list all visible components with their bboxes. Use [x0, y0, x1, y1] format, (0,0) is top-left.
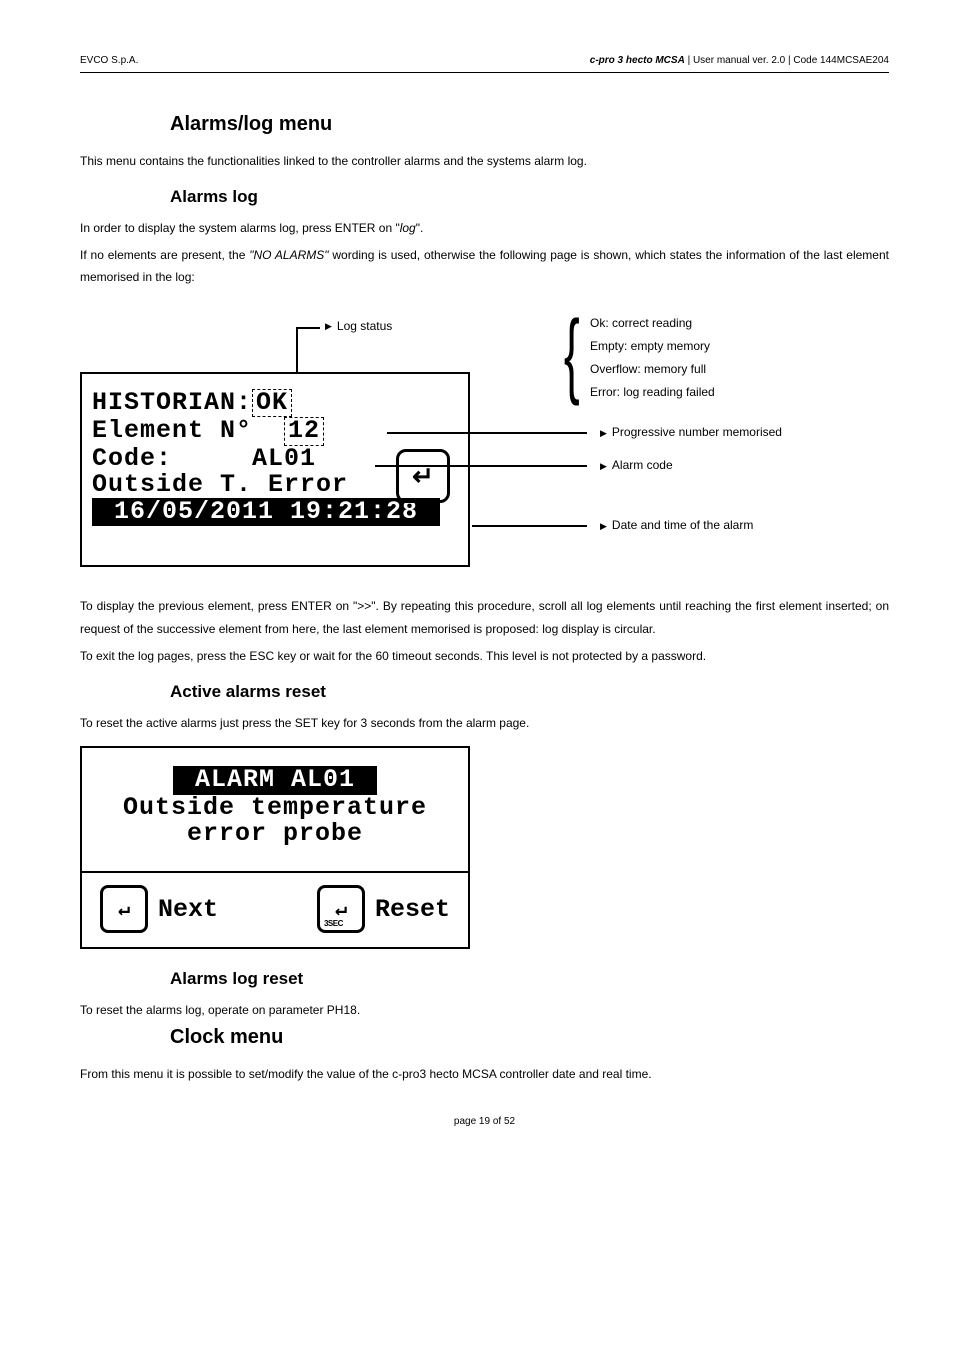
status-empty: Empty: empty memory: [590, 335, 715, 358]
paragraph-log-2: If no elements are present, the "NO ALAR…: [80, 244, 889, 290]
paragraph-intro: This menu contains the functionalities l…: [80, 150, 889, 173]
page-footer: page 19 of 52: [80, 1116, 889, 1127]
field-datetime: 16/05/2011 19:21:28: [92, 498, 440, 526]
paragraph-active-reset: To reset the active alarms just press th…: [80, 712, 889, 735]
paragraph-log-3: To display the previous element, press E…: [80, 595, 889, 641]
status-ok: Ok: correct reading: [590, 312, 715, 335]
callout-log-status: Log status: [325, 319, 392, 333]
paragraph-log-reset: To reset the alarms log, operate on para…: [80, 999, 889, 1022]
paragraph-clock: From this menu it is possible to set/mod…: [80, 1063, 889, 1086]
next-button-group: ↵ Next: [100, 885, 218, 933]
section-title-alarms-log-menu: Alarms/log menu: [170, 113, 889, 136]
hold-key-icon: ↵ 3SEC: [317, 885, 365, 933]
header-separator: [80, 72, 889, 73]
reset-label: Reset: [375, 895, 450, 924]
status-legend: Ok: correct reading Empty: empty memory …: [590, 312, 715, 403]
enter-arrow-icon: ↵: [118, 896, 130, 922]
status-error: Error: log reading failed: [590, 381, 715, 404]
field-error-desc: Outside T. Error: [92, 470, 348, 499]
lcd-screen-alarm: ALARM AL01 Outside temperature error pro…: [80, 746, 470, 949]
reset-button-group: ↵ 3SEC Reset: [317, 885, 450, 933]
next-label: Next: [158, 895, 218, 924]
section-title-log-reset: Alarms log reset: [170, 969, 889, 989]
callout-progressive: Progressive number memorised: [600, 425, 782, 439]
section-title-alarms-log: Alarms log: [170, 187, 889, 207]
hold-duration-label: 3SEC: [324, 919, 343, 928]
field-element-number: 12: [284, 417, 324, 445]
alarm-header: ALARM AL01: [173, 766, 377, 794]
status-overflow: Overflow: memory full: [590, 358, 715, 381]
page-header: EVCO S.p.A. c-pro 3 hecto MCSA | User ma…: [80, 55, 889, 66]
enter-key-icon: ↵: [396, 449, 450, 503]
brace-icon: {: [564, 307, 580, 402]
callout-datetime: Date and time of the alarm: [600, 518, 753, 532]
enter-key-icon: ↵: [100, 885, 148, 933]
alarm-line-1: Outside temperature: [123, 793, 427, 822]
lcd-button-row: ↵ Next ↵ 3SEC Reset: [82, 871, 468, 947]
field-code: Code: AL01: [92, 444, 316, 473]
paragraph-log-4: To exit the log pages, press the ESC key…: [80, 645, 889, 668]
header-product: c-pro 3 hecto MCSA | User manual ver. 2.…: [590, 55, 889, 66]
section-title-clock-menu: Clock menu: [170, 1026, 889, 1049]
section-title-active-reset: Active alarms reset: [170, 682, 889, 702]
callout-alarm-code: Alarm code: [600, 458, 673, 472]
header-product-name: c-pro 3 hecto MCSA: [590, 55, 685, 66]
diagram-historian-log: Log status { Ok: correct reading Empty: …: [80, 307, 870, 577]
paragraph-log-1: In order to display the system alarms lo…: [80, 217, 889, 240]
alarm-line-2: error probe: [187, 819, 363, 848]
lcd-screen-historian: HISTORIAN:OK Element N° 12 Code: AL01 Ou…: [80, 372, 470, 567]
header-product-rest: | User manual ver. 2.0 | Code 144MCSAE20…: [685, 55, 889, 66]
field-log-status: OK: [252, 389, 292, 417]
header-company: EVCO S.p.A.: [80, 55, 138, 66]
